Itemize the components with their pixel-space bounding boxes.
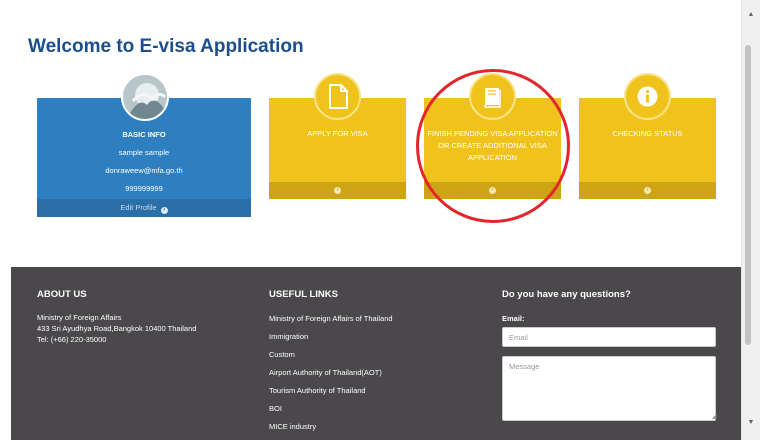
card-footer[interactable]: › [269,182,406,199]
site-footer: ABOUT US Ministry of Foreign Affairs 433… [11,267,741,440]
about-us-heading: ABOUT US [37,289,87,300]
apply-for-visa-card[interactable]: APPLY FOR VISA › [269,73,406,199]
card-footer[interactable]: › [424,182,561,199]
scroll-down-icon[interactable]: ▼ [742,418,760,428]
pending-visa-application-card[interactable]: FINISH PENDING VISA APPLICATION OR CREAT… [424,73,561,199]
questions-heading: Do you have any questions? [502,289,631,300]
checking-status-label: CHECKING STATUS [612,129,683,138]
profile-name: sample sample [118,148,170,157]
pending-visa-application-label: FINISH PENDING VISA APPLICATION OR CREAT… [427,129,558,162]
about-address: 433 Sri Ayudhya Road,Bangkok 10400 Thail… [37,324,197,333]
useful-links-heading: USEFUL LINKS [269,289,338,300]
arrow-right-icon: › [160,207,168,214]
link-custom[interactable]: Custom [269,350,295,359]
about-org: Ministry of Foreign Affairs [37,313,122,322]
link-mice[interactable]: MICE industry [269,422,316,431]
avatar-photo [123,75,167,119]
arrow-right-icon: › [644,187,651,194]
book-icon [469,73,516,120]
link-aot[interactable]: Airport Authority of Thailand(AOT) [269,368,382,377]
basic-info-heading: BASIC INFO [122,130,166,139]
document-icon [314,73,361,120]
scroll-up-icon[interactable]: ▲ [742,10,760,20]
resize-grip-icon[interactable]: ◢ [712,413,717,420]
edit-profile-link[interactable]: Edit Profile › [37,199,251,217]
checking-status-card[interactable]: CHECKING STATUS › [579,73,716,199]
edit-profile-label: Edit Profile [120,203,157,212]
arrow-right-icon: › [334,187,341,194]
basic-info-card: BASIC INFO sample sample donraweew@mfa.g… [37,73,251,217]
card-footer[interactable]: › [579,182,716,199]
page: Welcome to E-visa Application BASIC INFO… [0,0,741,440]
scrollbar-thumb[interactable] [745,45,751,345]
arrow-right-icon: › [489,187,496,194]
profile-phone: 999999999 [125,184,163,193]
profile-email: donraweew@mfa.go.th [105,166,183,175]
avatar [121,73,169,121]
message-field[interactable] [502,356,716,421]
apply-for-visa-label: APPLY FOR VISA [307,129,368,138]
info-icon [624,73,671,120]
link-mfa[interactable]: Ministry of Foreign Affairs of Thailand [269,314,393,323]
email-field[interactable] [502,327,716,347]
link-boi[interactable]: BOI [269,404,282,413]
link-immigration[interactable]: Immigration [269,332,308,341]
link-tourism[interactable]: Tourism Authority of Thailand [269,386,366,395]
page-title: Welcome to E-visa Application [28,36,304,57]
email-label: Email: [502,314,525,323]
vertical-scrollbar[interactable]: ▲ ▼ [741,0,760,440]
about-phone: Tel: (+66) 220-35000 [37,335,107,344]
